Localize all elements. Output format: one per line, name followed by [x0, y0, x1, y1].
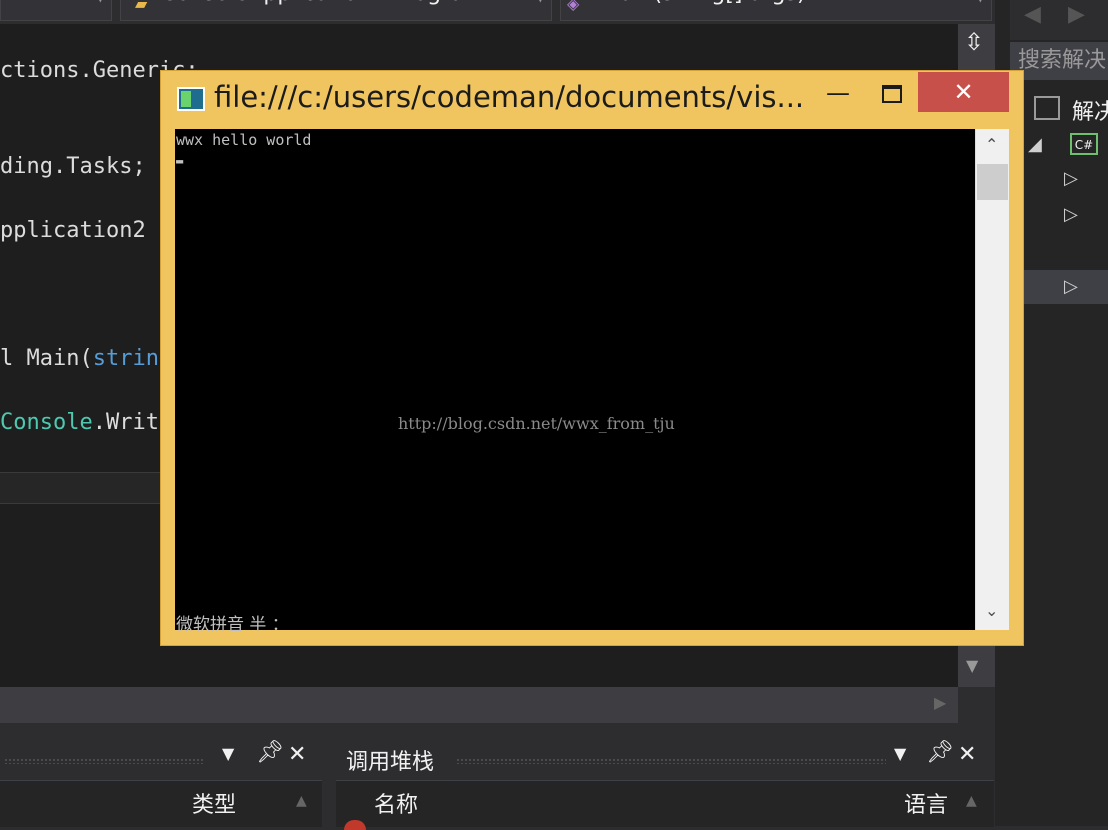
back-icon[interactable]: ◀	[1024, 2, 1041, 27]
console-output-area[interactable]	[175, 129, 975, 630]
collapsed-arrow-icon[interactable]: ▷	[1064, 168, 1078, 189]
solution-explorer-toolbar: ◀ ▶	[1010, 0, 1108, 40]
dropdown-icon[interactable]: ▼	[894, 744, 906, 763]
collapsed-arrow-icon[interactable]: ▷	[1064, 204, 1078, 225]
collapsed-arrow-icon[interactable]: ▷	[1064, 276, 1078, 297]
scroll-up-icon[interactable]: ⌃	[985, 135, 998, 154]
class-combo-value: ConsoleApplication2.Program	[161, 0, 485, 10]
title-grip	[456, 758, 886, 764]
code-line: l Main(string	[0, 346, 172, 371]
class-combo[interactable]: ▰ ConsoleApplication2.Program ▼	[120, 0, 552, 21]
console-app-icon	[177, 87, 205, 111]
scroll-down-icon[interactable]: ▼	[966, 656, 978, 675]
console-scroll-thumb[interactable]	[977, 164, 1008, 200]
close-icon[interactable]: ✕	[958, 742, 976, 767]
editor-horizontal-scrollbar[interactable]: ▶	[0, 687, 958, 723]
call-stack-title: 调用堆栈	[346, 750, 435, 775]
maximize-icon	[882, 85, 902, 103]
member-combo[interactable]: ◈ Main(string[] args) ▼	[560, 0, 992, 21]
call-stack-panel: 调用堆栈 ▼ 📌︎ ✕ 名称 语言 ▲	[336, 738, 994, 830]
close-icon[interactable]: ✕	[288, 742, 306, 767]
code-line: pplication2	[0, 218, 146, 243]
code-token: l Main(	[0, 346, 93, 371]
pin-icon[interactable]: 📌︎	[256, 740, 284, 765]
scroll-up-icon[interactable]: ▲	[966, 793, 977, 809]
close-button[interactable]: ✕	[918, 72, 1009, 112]
project-combo[interactable]: ▼	[0, 0, 112, 21]
console-window-title: file:///c:/users/codeman/documents/vis..…	[214, 80, 805, 114]
column-header-row: 名称 语言 ▲	[336, 780, 994, 827]
console-vertical-scrollbar[interactable]: ⌃ ⌄	[975, 129, 1009, 630]
pin-icon[interactable]: 📌︎	[926, 740, 954, 765]
scroll-down-icon[interactable]: ⌄	[985, 601, 998, 620]
solution-search-input[interactable]: 搜索解决	[1010, 42, 1108, 80]
title-grip	[4, 758, 204, 764]
scroll-up-icon[interactable]: ▲	[296, 793, 307, 809]
scroll-right-icon[interactable]: ▶	[934, 693, 946, 712]
code-type: Console	[0, 410, 93, 435]
method-icon: ◈	[567, 0, 580, 13]
solution-icon	[1034, 96, 1060, 120]
chevron-down-icon: ▼	[96, 0, 105, 14]
solution-root-label[interactable]: 解决	[1072, 94, 1108, 126]
console-output-line: wwx hello world	[176, 131, 312, 149]
csharp-project-icon: C#	[1070, 133, 1098, 155]
code-line: Console.Write	[0, 410, 172, 435]
code-line: ding.Tasks;	[0, 154, 146, 179]
column-header-language[interactable]: 语言	[904, 787, 948, 819]
locals-panel: ▼ 📌︎ ✕ 类型 ▲	[0, 738, 322, 827]
column-header-type[interactable]: 类型	[192, 787, 236, 819]
column-header-row: 类型 ▲	[0, 780, 322, 827]
minimize-button[interactable]: —	[818, 76, 858, 110]
chevron-down-icon: ▼	[536, 0, 545, 14]
dropdown-icon[interactable]: ▼	[222, 744, 234, 763]
watermark-text: http://blog.csdn.net/wwx_from_tju	[398, 414, 675, 433]
forward-icon[interactable]: ▶	[1068, 2, 1085, 27]
column-header-name[interactable]: 名称	[374, 787, 418, 819]
member-combo-value: Main(string[] args)	[601, 0, 806, 10]
chevron-down-icon: ▼	[976, 0, 985, 14]
ime-status: 微软拼音 半 ：	[176, 615, 289, 635]
maximize-button[interactable]	[870, 76, 912, 110]
class-icon: ▰	[135, 0, 148, 13]
expanded-arrow-icon[interactable]: ◢	[1028, 134, 1042, 155]
console-cursor: ▬	[176, 154, 184, 168]
split-icon[interactable]: ⇳	[964, 28, 984, 56]
selected-tree-row[interactable]	[1010, 270, 1108, 304]
